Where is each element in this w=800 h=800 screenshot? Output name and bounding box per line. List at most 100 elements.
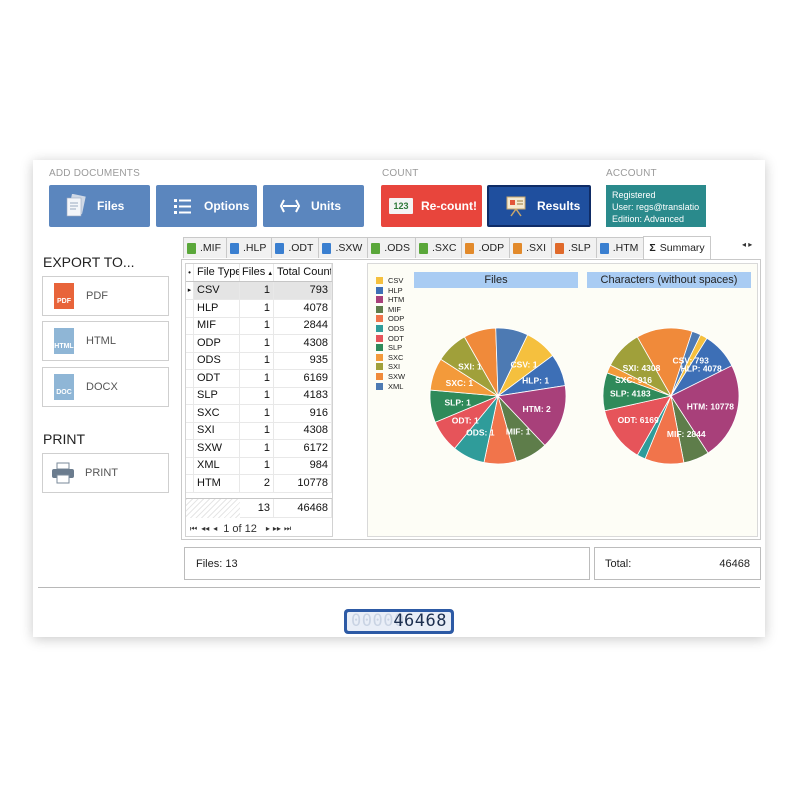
table-row[interactable]: ODT 1 6169	[186, 369, 332, 388]
prev-page-icon[interactable]: ◂◂	[201, 524, 209, 533]
cell-file-type: CSV	[194, 282, 240, 299]
table-row[interactable]: SXI 1 4308	[186, 422, 332, 440]
cell-file-type: MIF	[194, 317, 240, 334]
prev-record-icon[interactable]: ◂	[213, 524, 217, 533]
row-indicator	[186, 387, 194, 404]
file-type-icon	[554, 242, 564, 254]
row-indicator	[186, 422, 194, 439]
print-title: PRINT	[43, 431, 85, 447]
pie-label-mif: MIF: 2844	[667, 429, 706, 439]
row-indicator	[186, 334, 194, 352]
pie-label-sxc: SXC: 916	[615, 375, 652, 385]
legend-item-xml: XML	[376, 382, 403, 391]
tab-sxw[interactable]: .SXW	[318, 237, 369, 258]
legend-swatch	[376, 286, 383, 294]
cell-total-count: 793	[274, 282, 332, 299]
cell-files: 1	[240, 352, 274, 369]
cell-total-count: 916	[274, 404, 332, 422]
chars-chart-title: Characters (without spaces)	[587, 272, 751, 288]
header-files[interactable]: Files ▲	[240, 264, 274, 281]
tab-sxi[interactable]: .SXI	[509, 237, 552, 258]
table-row[interactable]: XML 1 984	[186, 457, 332, 475]
table-row[interactable]: HTM 2 10778	[186, 474, 332, 493]
total-files-cell: 13	[240, 499, 274, 518]
pie-label-htm: HTM: 10778	[687, 402, 735, 412]
last-page-icon[interactable]: ⏭	[284, 524, 291, 534]
cell-file-type: ODS	[194, 352, 240, 369]
tab-summary[interactable]: Σ Summary	[643, 236, 711, 259]
table-row[interactable]: HLP 1 4078	[186, 299, 332, 318]
pie-label-sxi: SXI: 1	[458, 361, 482, 371]
counter-screen: 00000 46468	[347, 612, 451, 631]
tab-label: .MIF	[200, 242, 221, 254]
account-status: Registered	[612, 190, 656, 200]
table-row[interactable]: ODP 1 4308	[186, 334, 332, 353]
grid-header-indicator: •	[186, 264, 194, 281]
next-record-icon[interactable]: ▸	[266, 524, 270, 533]
account-info[interactable]: Registered User: regs@translatio... Edit…	[606, 185, 706, 227]
legend-label: ODT	[388, 333, 404, 343]
legend-item-hlp: HLP	[376, 286, 403, 295]
legend-item-odt: ODT	[376, 334, 404, 343]
file-type-icon	[230, 242, 239, 254]
recount-button[interactable]: 123 Re-count!	[381, 185, 482, 227]
file-type-icon	[418, 242, 428, 254]
table-row[interactable]: SXC 1 916	[186, 404, 332, 423]
tab-label: .SXI	[526, 242, 546, 254]
export-html-button[interactable]: HTML HTML	[42, 321, 169, 361]
tab-mif[interactable]: .MIF	[183, 237, 227, 258]
print-button[interactable]: PRINT	[42, 453, 169, 493]
legend-item-mif: MIF	[376, 305, 401, 314]
legend-label: CSV	[388, 276, 404, 285]
legend-label: MIF	[388, 304, 401, 314]
next-page-icon[interactable]: ▸▸	[273, 524, 281, 533]
header-file-type[interactable]: File Type	[194, 264, 240, 281]
table-row[interactable]: SXW 1 6172	[186, 439, 332, 458]
tab-slp[interactable]: .SLP	[550, 237, 597, 258]
table-row[interactable]: ▸ CSV 1 793	[186, 282, 332, 300]
table-row[interactable]: ODS 1 935	[186, 352, 332, 370]
pie-label-csv: CSV: 1	[511, 360, 538, 370]
file-type-icon	[371, 242, 381, 254]
row-indicator	[186, 439, 194, 457]
html-file-icon: HTML	[54, 328, 74, 354]
table-row[interactable]: MIF 1 2844	[186, 317, 332, 335]
tab-label: .HTM	[612, 242, 639, 254]
tab-sxc[interactable]: .SXC	[414, 237, 463, 258]
legend-item-htm: HTM	[376, 295, 404, 304]
export-pdf-button[interactable]: PDF PDF	[42, 276, 169, 316]
header-total-count[interactable]: Total Count	[274, 264, 332, 281]
tab-odt[interactable]: .ODT	[271, 237, 320, 258]
table-row[interactable]: SLP 1 4183	[186, 387, 332, 405]
pie-label-slp: SLP: 1	[444, 397, 471, 407]
cell-total-count: 2844	[274, 317, 332, 334]
account-label: ACCOUNT	[606, 168, 657, 179]
total-value: 46468	[719, 558, 750, 570]
legend-swatch	[376, 315, 383, 323]
tab-htm[interactable]: .HTM	[595, 237, 645, 258]
tab-label: .SXC	[431, 242, 457, 254]
documents-icon	[65, 194, 87, 217]
options-button[interactable]: Options	[156, 185, 257, 227]
numbers-icon: 123	[389, 198, 413, 214]
tab-scroll-arrows[interactable]: ◂ ▸	[742, 240, 752, 249]
tab-ods[interactable]: .ODS	[367, 237, 416, 258]
tab-hlp[interactable]: .HLP	[226, 237, 273, 258]
tab-odp[interactable]: .ODP	[461, 237, 511, 258]
legend-swatch	[376, 373, 383, 380]
legend-swatch	[376, 344, 383, 352]
row-indicator	[186, 317, 194, 334]
file-type-icon	[599, 242, 609, 254]
cell-file-type: SXC	[194, 404, 240, 422]
tab-label: .SXW	[335, 242, 363, 254]
legend-label: SLP	[388, 343, 403, 353]
grid-pager: ⏮ ◂◂ ◂ 1 of 12 ▸ ▸▸ ⏭	[186, 521, 332, 536]
files-button[interactable]: Files	[49, 185, 150, 227]
results-button[interactable]: Results	[487, 185, 591, 227]
legend-item-sxw: SXW	[376, 372, 405, 381]
first-page-icon[interactable]: ⏮	[190, 524, 197, 534]
tab-label: .ODT	[288, 242, 314, 254]
export-docx-button[interactable]: DOC DOCX	[42, 367, 169, 407]
units-button[interactable]: Units	[263, 185, 364, 227]
total-status-box: Total: 46468	[594, 547, 761, 580]
